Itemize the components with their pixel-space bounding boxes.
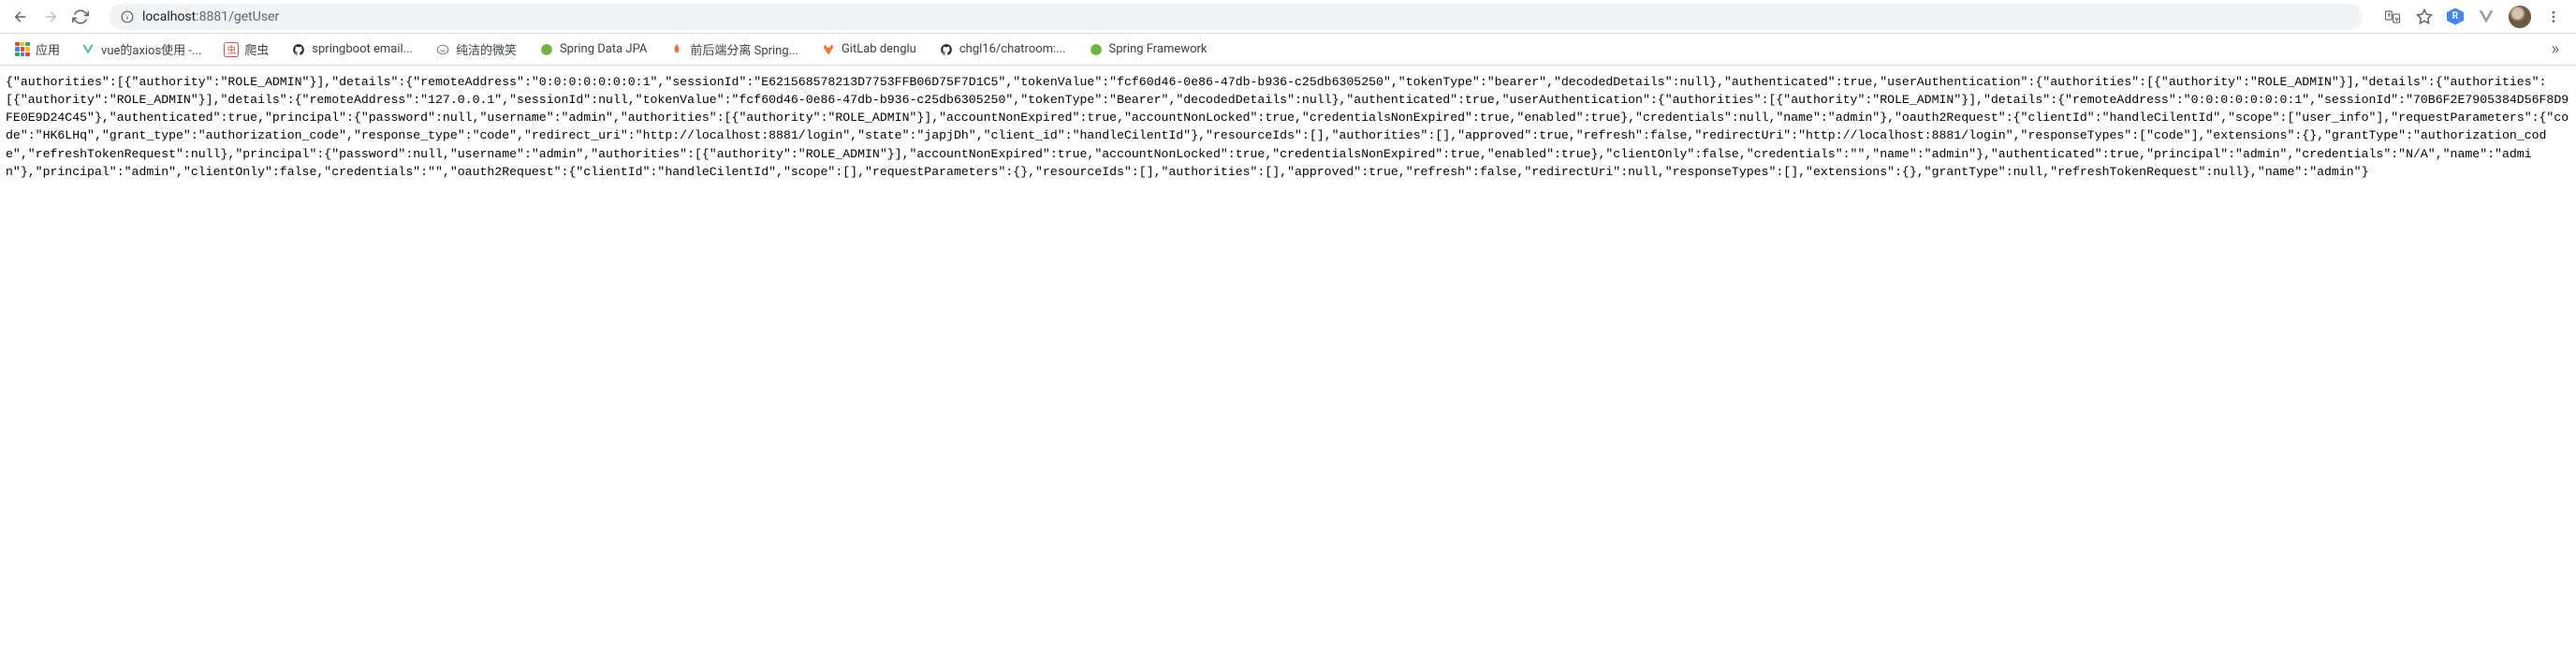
bookmark-chatroom[interactable]: chgl16/chatroom:... bbox=[929, 38, 1076, 61]
vue-icon bbox=[80, 42, 95, 57]
forward-button[interactable] bbox=[41, 7, 60, 26]
bookmark-label: 前后端分离 Spring... bbox=[690, 40, 798, 58]
menu-icon[interactable] bbox=[2544, 7, 2563, 26]
bookmark-vue-axios[interactable]: vue的axios使用 -... bbox=[71, 37, 211, 62]
fire-icon bbox=[669, 42, 684, 57]
bookmarks-bar: 应用 vue的axios使用 -... 虫 爬虫 springboot emai… bbox=[0, 34, 2576, 66]
bookmark-crawler[interactable]: 虫 爬虫 bbox=[214, 37, 278, 62]
bookmarks-overflow-button[interactable]: » bbox=[2542, 36, 2569, 63]
response-body: {"authorities":[{"authority":"ROLE_ADMIN… bbox=[0, 66, 2576, 188]
bookmark-label: GitLab denglu bbox=[842, 42, 916, 56]
gitlab-icon bbox=[821, 42, 836, 57]
spring-icon bbox=[1089, 42, 1104, 57]
spring-icon bbox=[539, 42, 554, 57]
bookmark-springboot-email[interactable]: springboot email... bbox=[282, 38, 422, 61]
toolbar-right: R bbox=[2378, 6, 2569, 28]
bookmark-label: 爬虫 bbox=[244, 40, 269, 58]
apps-grid-icon bbox=[15, 42, 30, 57]
crawler-icon: 虫 bbox=[224, 42, 239, 57]
url-text: localhost:8881/getUser bbox=[142, 9, 2351, 24]
bookmark-gitlab-denglu[interactable]: GitLab denglu bbox=[812, 38, 926, 61]
url-bar[interactable]: localhost:8881/getUser bbox=[109, 4, 2363, 30]
bookmark-spring-data-jpa[interactable]: Spring Data JPA bbox=[530, 38, 656, 61]
nav-buttons bbox=[7, 7, 94, 26]
profile-avatar[interactable] bbox=[2509, 6, 2531, 28]
bookmark-frontend-backend-spring[interactable]: 前后端分离 Spring... bbox=[660, 37, 808, 62]
apps-button[interactable]: 应用 bbox=[7, 37, 67, 62]
bookmark-pure-smile[interactable]: 纯洁的微笑 bbox=[426, 37, 526, 62]
bookmark-label: 纯洁的微笑 bbox=[456, 40, 517, 58]
bookmark-label: vue的axios使用 -... bbox=[101, 40, 201, 58]
url-port-path: :8881/getUser bbox=[196, 9, 279, 24]
star-icon[interactable] bbox=[2415, 7, 2434, 26]
extension-hexagon-icon[interactable]: R bbox=[2447, 8, 2464, 25]
apps-label: 应用 bbox=[36, 40, 60, 58]
smile-icon bbox=[435, 42, 450, 57]
bookmark-label: Spring Framework bbox=[1109, 42, 1208, 56]
bookmark-label: chgl16/chatroom:... bbox=[959, 42, 1066, 56]
browser-toolbar: localhost:8881/getUser R bbox=[0, 0, 2576, 34]
bookmark-label: springboot email... bbox=[312, 42, 413, 56]
translate-icon[interactable] bbox=[2383, 7, 2402, 26]
extension-v-icon[interactable] bbox=[2477, 7, 2496, 26]
site-info-icon[interactable] bbox=[120, 9, 135, 24]
bookmark-label: Spring Data JPA bbox=[560, 42, 647, 56]
back-button[interactable] bbox=[11, 7, 30, 26]
github-icon bbox=[291, 42, 306, 57]
url-host: localhost bbox=[142, 9, 196, 24]
bookmark-spring-framework[interactable]: Spring Framework bbox=[1079, 38, 1217, 61]
reload-button[interactable] bbox=[71, 7, 90, 26]
github-icon bbox=[939, 42, 954, 57]
